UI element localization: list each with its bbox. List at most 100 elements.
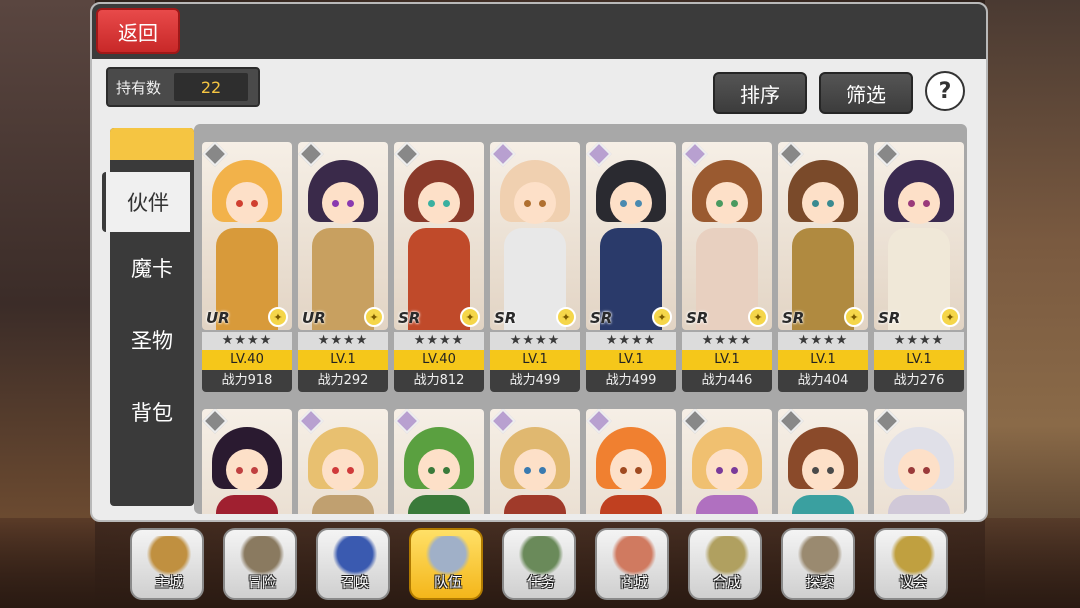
character-eye-left bbox=[908, 467, 915, 474]
character-eye-left bbox=[524, 200, 531, 207]
tab-magic-cards[interactable]: 魔卡 bbox=[110, 238, 194, 298]
nav-summon-icon bbox=[332, 536, 378, 576]
character-face bbox=[706, 182, 748, 224]
character-eye-right bbox=[443, 467, 450, 474]
nav-label: 合成 bbox=[713, 575, 741, 591]
character-eye-left bbox=[524, 467, 531, 474]
team-panel: 返回 持有数 22 排序 筛选 ? 伙伴 魔卡 圣物 背包 UR ✦ ★★★★ LV.… bbox=[90, 2, 988, 522]
character-eye-left bbox=[236, 467, 243, 474]
star-rating: ★★★★ bbox=[874, 332, 964, 350]
character-card[interactable] bbox=[586, 409, 676, 514]
star-rating: ★★★★ bbox=[394, 332, 484, 350]
nav-main-city-button[interactable]: 主城 bbox=[130, 528, 204, 600]
character-card[interactable] bbox=[874, 409, 964, 514]
character-eye-left bbox=[428, 200, 435, 207]
nav-quests-button[interactable]: 任务 bbox=[502, 528, 576, 600]
nav-explore-button[interactable]: 探索 bbox=[781, 528, 855, 600]
character-card[interactable]: SR ✦ ★★★★ LV.1 战力499 bbox=[490, 142, 580, 392]
character-card[interactable] bbox=[298, 409, 388, 514]
nav-label: 任务 bbox=[527, 575, 555, 591]
side-tabs-top-accent bbox=[110, 128, 194, 160]
character-face bbox=[706, 449, 748, 491]
character-eye-right bbox=[635, 467, 642, 474]
nav-label: 主城 bbox=[155, 575, 183, 591]
element-icon bbox=[874, 409, 900, 434]
element-icon bbox=[490, 142, 516, 167]
nav-adventure-button[interactable]: 冒险 bbox=[223, 528, 297, 600]
back-button[interactable]: 返回 bbox=[96, 8, 180, 54]
nav-main-city-icon bbox=[146, 536, 192, 576]
tab-relics[interactable]: 圣物 bbox=[110, 310, 194, 370]
character-power: 战力499 bbox=[586, 370, 676, 392]
character-face bbox=[610, 449, 652, 491]
star-rating: ★★★★ bbox=[778, 332, 868, 350]
help-button[interactable]: ? bbox=[925, 71, 965, 111]
character-portrait: UR ✦ bbox=[298, 142, 388, 330]
character-card[interactable]: SR ✦ ★★★★ LV.1 战力404 bbox=[778, 142, 868, 392]
character-card[interactable]: UR ✦ ★★★★ LV.40 战力918 bbox=[202, 142, 292, 392]
character-eye-right bbox=[251, 467, 258, 474]
filter-button[interactable]: 筛选 bbox=[819, 72, 913, 114]
character-face bbox=[514, 449, 556, 491]
character-face bbox=[898, 449, 940, 491]
character-outfit bbox=[696, 495, 758, 514]
side-tabs: 伙伴 魔卡 圣物 背包 bbox=[102, 128, 194, 506]
character-eye-left bbox=[332, 200, 339, 207]
character-card[interactable]: SR ✦ ★★★★ LV.1 战力499 bbox=[586, 142, 676, 392]
character-portrait: SR ✦ bbox=[394, 142, 484, 330]
character-portrait: SR ✦ bbox=[682, 142, 772, 330]
star-rating: ★★★★ bbox=[586, 332, 676, 350]
nav-shop-button[interactable]: 商城 bbox=[595, 528, 669, 600]
character-level: LV.1 bbox=[586, 350, 676, 370]
character-portrait: SR ✦ bbox=[490, 142, 580, 330]
nav-craft-button[interactable]: 合成 bbox=[688, 528, 762, 600]
character-card[interactable]: SR ✦ ★★★★ LV.40 战力812 bbox=[394, 142, 484, 392]
character-eye-right bbox=[635, 200, 642, 207]
character-face bbox=[802, 182, 844, 224]
element-icon bbox=[490, 409, 516, 434]
character-level: LV.40 bbox=[394, 350, 484, 370]
character-portrait bbox=[586, 409, 676, 514]
tab-partners[interactable]: 伙伴 bbox=[102, 172, 190, 232]
character-card[interactable]: SR ✦ ★★★★ LV.1 战力446 bbox=[682, 142, 772, 392]
character-power: 战力404 bbox=[778, 370, 868, 392]
element-icon bbox=[586, 142, 612, 167]
character-eye-left bbox=[620, 467, 627, 474]
nav-label: 议会 bbox=[899, 575, 927, 591]
character-eye-right bbox=[539, 467, 546, 474]
nav-summon-button[interactable]: 召唤 bbox=[316, 528, 390, 600]
nav-team-button[interactable]: 队伍 bbox=[409, 528, 483, 600]
character-face bbox=[322, 182, 364, 224]
panel-header bbox=[92, 4, 986, 59]
character-card[interactable] bbox=[202, 409, 292, 514]
character-face bbox=[802, 449, 844, 491]
element-icon bbox=[394, 142, 420, 167]
character-outfit bbox=[216, 495, 278, 514]
character-portrait bbox=[298, 409, 388, 514]
character-eye-right bbox=[731, 467, 738, 474]
rarity-badge: SR bbox=[878, 309, 901, 327]
character-card[interactable] bbox=[394, 409, 484, 514]
character-portrait: SR ✦ bbox=[586, 142, 676, 330]
character-card[interactable] bbox=[682, 409, 772, 514]
character-card[interactable]: SR ✦ ★★★★ LV.1 战力276 bbox=[874, 142, 964, 392]
character-eye-right bbox=[539, 200, 546, 207]
character-card[interactable]: UR ✦ ★★★★ LV.1 战力292 bbox=[298, 142, 388, 392]
owned-count-label: 持有数 bbox=[116, 78, 162, 97]
character-power: 战力812 bbox=[394, 370, 484, 392]
character-eye-right bbox=[827, 467, 834, 474]
element-icon bbox=[778, 142, 804, 167]
tab-backpack[interactable]: 背包 bbox=[110, 382, 194, 442]
element-icon bbox=[778, 409, 804, 434]
character-card[interactable] bbox=[778, 409, 868, 514]
sort-button[interactable]: 排序 bbox=[713, 72, 807, 114]
character-portrait bbox=[682, 409, 772, 514]
class-icon: ✦ bbox=[940, 307, 960, 327]
nav-team-icon bbox=[425, 536, 471, 576]
character-eye-right bbox=[923, 200, 930, 207]
background-left bbox=[0, 0, 95, 608]
character-card[interactable] bbox=[490, 409, 580, 514]
character-eye-left bbox=[236, 200, 243, 207]
nav-council-button[interactable]: 议会 bbox=[874, 528, 948, 600]
character-face bbox=[514, 182, 556, 224]
